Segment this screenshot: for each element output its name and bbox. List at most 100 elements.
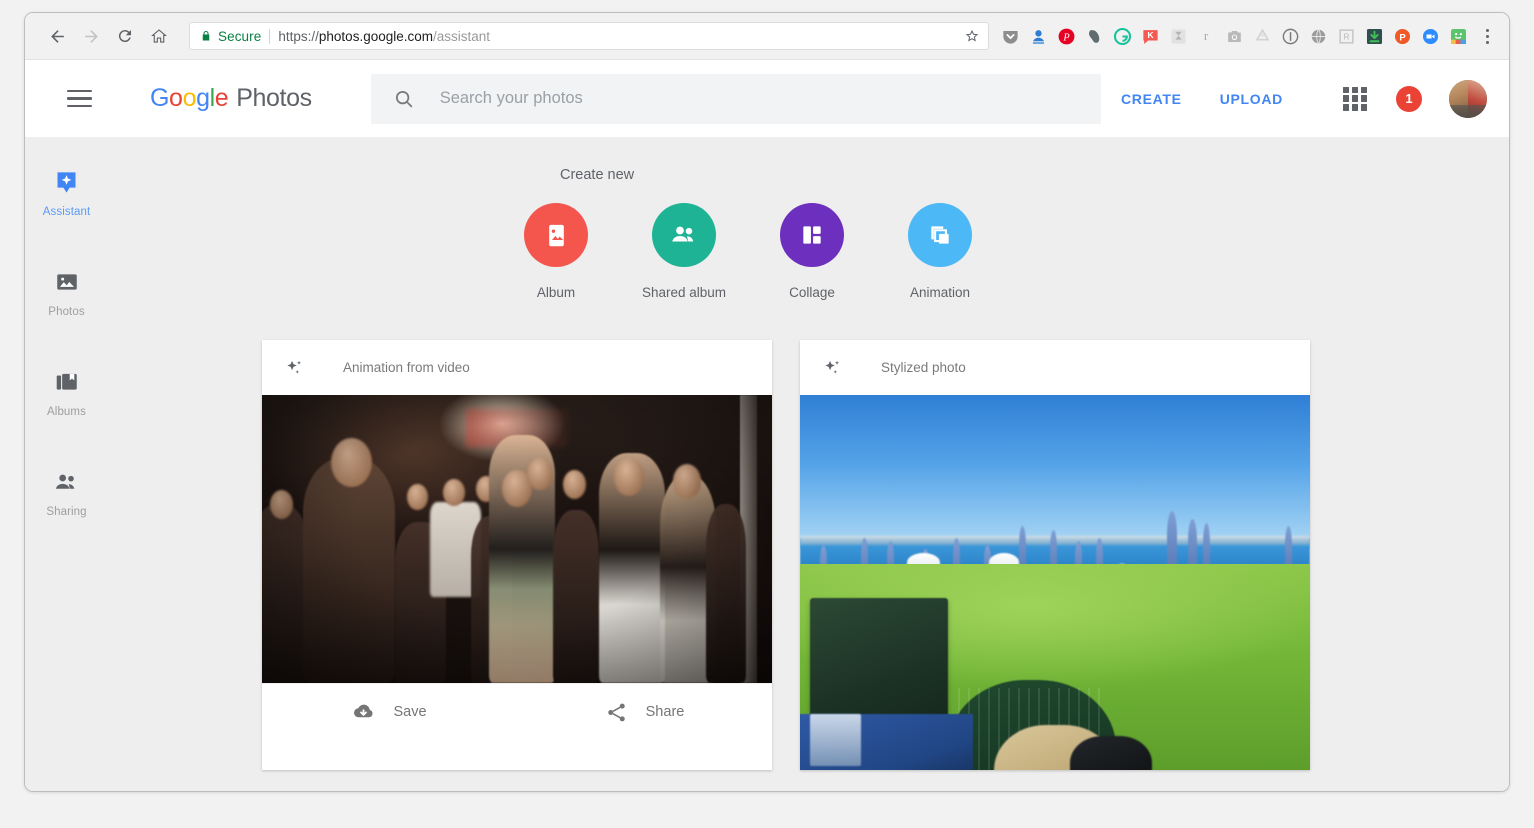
people-group-icon <box>669 220 699 250</box>
create-button[interactable]: CREATE <box>1109 83 1194 115</box>
card-title: Animation from video <box>343 360 470 375</box>
brand-product-name: Photos <box>236 84 311 112</box>
back-button[interactable] <box>41 20 73 52</box>
svg-text:R: R <box>1343 32 1349 41</box>
assistant-card-stylized-photo[interactable]: Stylized photo <box>800 340 1310 770</box>
star-icon[interactable] <box>964 28 980 44</box>
url-host: photos.google.com <box>319 29 433 44</box>
browser-window: Secure https://photos.google.com/assista… <box>24 12 1510 792</box>
globe-extension-icon[interactable] <box>1305 23 1331 49</box>
letter-r-glyph: r <box>1204 28 1208 44</box>
grammarly-extension-icon[interactable] <box>1109 23 1135 49</box>
hourglass-extension-icon[interactable] <box>1165 23 1191 49</box>
albums-book-icon <box>54 368 80 396</box>
card-header: Stylized photo <box>800 340 1310 395</box>
forward-button[interactable] <box>75 20 107 52</box>
save-label: Save <box>393 704 426 720</box>
create-album-label: Album <box>537 285 575 300</box>
sidebar-label-albums: Albums <box>47 406 86 418</box>
sparkle-stars-icon <box>284 357 306 379</box>
create-animation-label: Animation <box>910 285 970 300</box>
info-circle-extension-icon[interactable] <box>1277 23 1303 49</box>
brand-letter-3: o <box>183 84 197 112</box>
card-header: Animation from video <box>262 340 772 395</box>
create-collage-label: Collage <box>789 285 835 300</box>
share-button[interactable]: Share <box>517 701 772 724</box>
album-photo-icon <box>543 222 570 249</box>
animation-circle <box>908 203 972 267</box>
arrow-left-icon <box>48 27 67 46</box>
create-album-button[interactable]: Album <box>515 203 597 300</box>
upload-button[interactable]: UPLOAD <box>1208 83 1295 115</box>
omnibox-divider <box>269 29 270 44</box>
sparkle-stars-icon <box>822 357 844 379</box>
security-label: Secure <box>218 29 261 44</box>
hamburger-menu-icon[interactable] <box>59 79 99 119</box>
sidebar-item-albums[interactable]: Albums <box>30 368 104 418</box>
assistant-sparkle-icon <box>53 168 80 196</box>
main-content: Create new Album <box>108 137 1509 792</box>
zoom-extension-icon[interactable] <box>1417 23 1443 49</box>
search-icon <box>393 88 415 110</box>
card-title: Stylized photo <box>881 360 966 375</box>
avatar[interactable] <box>1449 80 1487 118</box>
collage-grid-icon <box>799 222 825 248</box>
app-body: Assistant Photos <box>25 137 1509 792</box>
pocket-extension-icon[interactable] <box>997 23 1023 49</box>
search-placeholder: Search your photos <box>440 89 583 108</box>
sidebar-item-sharing[interactable]: Sharing <box>30 468 104 518</box>
evernote-extension-icon[interactable] <box>1081 23 1107 49</box>
navigation-buttons <box>41 20 175 52</box>
reload-button[interactable] <box>109 20 141 52</box>
svg-text:P: P <box>1399 32 1406 43</box>
notification-badge[interactable]: 1 <box>1396 86 1422 112</box>
gray-square-extension-icon[interactable]: R <box>1333 23 1359 49</box>
red-chat-extension-icon[interactable]: K <box>1137 23 1163 49</box>
share-nodes-icon <box>605 701 628 724</box>
camera-extension-icon[interactable] <box>1221 23 1247 49</box>
save-button[interactable]: Save <box>262 701 517 724</box>
brand-letter-2: o <box>169 84 183 112</box>
home-icon <box>150 27 168 45</box>
svg-text:K: K <box>1147 30 1154 40</box>
green-smiley-extension-icon[interactable] <box>1445 23 1471 49</box>
sidebar-label-sharing: Sharing <box>46 506 86 518</box>
assistant-cards: Animation from video <box>262 340 1509 770</box>
kebab-menu-icon[interactable] <box>1475 22 1499 50</box>
create-new-title: Create new <box>560 167 1509 183</box>
sidebar-label-assistant: Assistant <box>43 206 91 218</box>
extensions-bar: P K r <box>997 23 1471 49</box>
orange-p-extension-icon[interactable]: P <box>1389 23 1415 49</box>
letter-r-extension-icon[interactable]: r <box>1193 23 1219 49</box>
sidebar-item-assistant[interactable]: Assistant <box>30 168 104 218</box>
card-media-beach[interactable] <box>800 395 1310 770</box>
brand-letter-1: G <box>150 84 169 112</box>
blue-user-extension-icon[interactable] <box>1025 23 1051 49</box>
address-bar[interactable]: Secure https://photos.google.com/assista… <box>189 22 989 50</box>
create-collage-button[interactable]: Collage <box>771 203 853 300</box>
search-input[interactable]: Search your photos <box>371 74 1101 124</box>
brand-letter-6: e <box>215 84 229 112</box>
brand-letter-4: g <box>196 84 210 112</box>
sidebar-item-photos[interactable]: Photos <box>30 268 104 318</box>
assistant-card-animation-from-video[interactable]: Animation from video <box>262 340 772 770</box>
apps-grid-icon[interactable] <box>1343 87 1367 111</box>
home-button[interactable] <box>143 20 175 52</box>
url-text: https://photos.google.com/assistant <box>278 29 490 44</box>
sidebar: Assistant Photos <box>25 137 108 792</box>
reload-icon <box>116 27 134 45</box>
create-animation-button[interactable]: Animation <box>899 203 981 300</box>
create-shared-album-label: Shared album <box>642 285 726 300</box>
download-arrow-extension-icon[interactable] <box>1361 23 1387 49</box>
pinterest-extension-icon[interactable]: P <box>1053 23 1079 49</box>
create-shared-album-button[interactable]: Shared album <box>643 203 725 300</box>
photo-image-icon <box>54 268 80 296</box>
svg-text:P: P <box>1062 32 1070 43</box>
google-drive-extension-icon[interactable] <box>1249 23 1275 49</box>
header-actions: CREATE UPLOAD 1 <box>1109 80 1487 118</box>
lock-icon <box>200 29 212 43</box>
shared-album-circle <box>652 203 716 267</box>
cloud-download-icon <box>352 701 375 724</box>
card-media-nightclub[interactable] <box>262 395 772 683</box>
url-scheme: https:// <box>278 29 319 44</box>
